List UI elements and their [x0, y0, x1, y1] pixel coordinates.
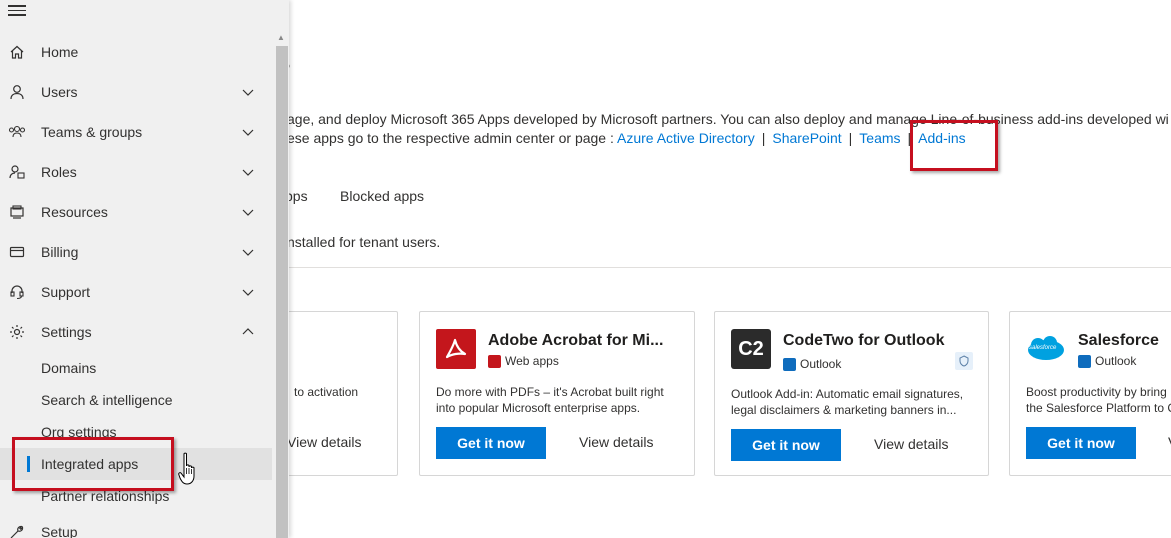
card-description-line: Outlook Add-in: Automatic email signatur…	[731, 387, 964, 401]
tab-note: nstalled for tenant users.	[287, 234, 441, 250]
sidebar-item-label: Domains	[41, 360, 97, 376]
card-description: Boost productivity by bring the Salesfor…	[1026, 384, 1171, 416]
salesforce-logo-icon: salesforce	[1026, 329, 1066, 369]
highlight-box-integrated-apps	[12, 437, 174, 491]
codetwo-logo-text: C2	[738, 337, 764, 360]
chevron-down-icon	[242, 169, 254, 176]
card-title: Adobe Acrobat for Mi...	[488, 332, 664, 349]
sidebar-item-label: Setup	[41, 524, 78, 538]
card-description-line: legal disclaimers & marketing banners in…	[731, 403, 957, 417]
codetwo-logo-icon: C2	[731, 329, 771, 369]
sidebar-item-resources[interactable]: Resources	[0, 194, 272, 230]
sidebar-item-roles[interactable]: Roles	[0, 154, 272, 190]
card-description: Do more with PDFs – it's Acrobat built r…	[436, 384, 664, 416]
link-sharepoint[interactable]: SharePoint	[772, 130, 841, 146]
chevron-down-icon	[242, 289, 254, 296]
adobe-acrobat-logo-icon	[436, 329, 476, 369]
sidebar-item-label: Home	[41, 44, 79, 60]
left-nav-sidebar: ▲ Home Users Teams & groups Roles Resour…	[0, 0, 289, 538]
headset-icon	[8, 283, 26, 301]
sidebar-item-home[interactable]: Home	[0, 34, 272, 70]
sidebar-item-billing[interactable]: Billing	[0, 234, 272, 270]
card-description: Outlook Add-in: Automatic email signatur…	[731, 386, 963, 418]
sidebar-item-label: Search & intelligence	[41, 392, 173, 408]
divider	[287, 267, 1171, 268]
sidebar-scroll-thumb[interactable]	[276, 46, 288, 538]
view-details-button[interactable]: View details	[579, 434, 653, 450]
sidebar-item-label: Support	[41, 284, 91, 300]
sidebar-item-support[interactable]: Support	[0, 274, 272, 310]
sidebar-item-label: Users	[41, 84, 78, 100]
salesforce-logo-text: salesforce	[1029, 345, 1057, 351]
sidebar-item-label: Roles	[41, 164, 77, 180]
sidebar-item-users[interactable]: Users	[0, 74, 272, 110]
user-icon	[8, 83, 26, 101]
tab-blocked-apps[interactable]: Blocked apps	[340, 188, 424, 204]
card-description: to activation	[294, 384, 358, 400]
adobe-small-icon	[488, 354, 501, 368]
app-card-adobe-acrobat: Adobe Acrobat for Mi... Web apps Do more…	[419, 311, 695, 476]
card-subtitle-text: Outlook	[800, 357, 842, 371]
card-description-line: into popular Microsoft enterprise apps.	[436, 401, 641, 415]
chevron-down-icon	[242, 89, 254, 96]
get-it-now-button[interactable]: Get it now	[731, 429, 841, 461]
sidebar-item-settings[interactable]: Settings	[0, 314, 272, 350]
card-title: CodeTwo for Outlook	[783, 332, 945, 349]
billing-icon	[8, 243, 26, 261]
outlook-small-icon	[1078, 354, 1091, 368]
chevron-down-icon	[242, 249, 254, 256]
home-icon	[8, 43, 26, 61]
card-subtitle: Outlook	[1078, 354, 1136, 368]
app-card-salesforce: salesforce Salesforce Outlook Boost prod…	[1009, 311, 1171, 476]
resources-icon	[8, 203, 26, 221]
card-subtitle: Outlook	[783, 357, 841, 371]
hand-cursor-icon	[178, 452, 195, 485]
card-description-line: to activation	[294, 385, 359, 399]
page-description-line2: ese apps go to the respective admin cent…	[287, 130, 966, 146]
sidebar-item-teams-groups[interactable]: Teams & groups	[0, 114, 272, 150]
wrench-icon	[8, 523, 26, 538]
card-description-line: the Salesforce Platform to C	[1026, 401, 1171, 415]
card-subtitle: Web apps	[488, 354, 559, 368]
sidebar-item-label: Billing	[41, 244, 79, 260]
certified-badge-icon	[955, 352, 973, 370]
sidebar-item-label: Settings	[41, 324, 92, 340]
sidebar-item-label: Resources	[41, 204, 108, 220]
sidebar-item-label: Teams & groups	[41, 124, 143, 140]
view-details-button[interactable]: View details	[287, 434, 361, 450]
link-azure-active-directory[interactable]: Azure Active Directory	[617, 130, 755, 146]
chevron-down-icon	[242, 129, 254, 136]
app-card-codetwo: C2 CodeTwo for Outlook Outlook Outlook A…	[714, 311, 989, 476]
view-details-button[interactable]: View details	[874, 436, 948, 452]
get-it-now-button[interactable]: Get it now	[1026, 427, 1136, 459]
sidebar-item-domains[interactable]: Domains	[0, 352, 272, 384]
sidebar-item-search-intelligence[interactable]: Search & intelligence	[0, 384, 272, 416]
hamburger-menu-icon[interactable]	[8, 5, 26, 19]
scroll-up-arrow-icon[interactable]: ▲	[277, 33, 285, 42]
get-it-now-button[interactable]: Get it now	[436, 427, 546, 459]
outlook-small-icon	[783, 357, 796, 371]
sidebar-item-setup[interactable]: Setup	[0, 514, 272, 538]
card-subtitle-text: Outlook	[1095, 354, 1137, 368]
separator: |	[848, 130, 853, 146]
card-description-line: Boost productivity by bring	[1026, 385, 1167, 399]
page-description-line1: age, and deploy Microsoft 365 Apps devel…	[287, 111, 1169, 127]
chevron-down-icon	[242, 209, 254, 216]
chevron-up-icon	[242, 328, 254, 335]
gear-icon	[8, 323, 26, 341]
highlight-box-add-ins	[910, 120, 998, 171]
separator: |	[761, 130, 766, 146]
card-description-line: Do more with PDFs – it's Acrobat built r…	[436, 385, 664, 399]
card-title: Salesforce	[1078, 332, 1159, 349]
roles-icon	[8, 163, 26, 181]
teams-icon	[8, 123, 26, 141]
card-subtitle-text: Web apps	[505, 354, 559, 368]
description-prefix: ese apps go to the respective admin cent…	[287, 130, 614, 146]
link-teams[interactable]: Teams	[859, 130, 900, 146]
